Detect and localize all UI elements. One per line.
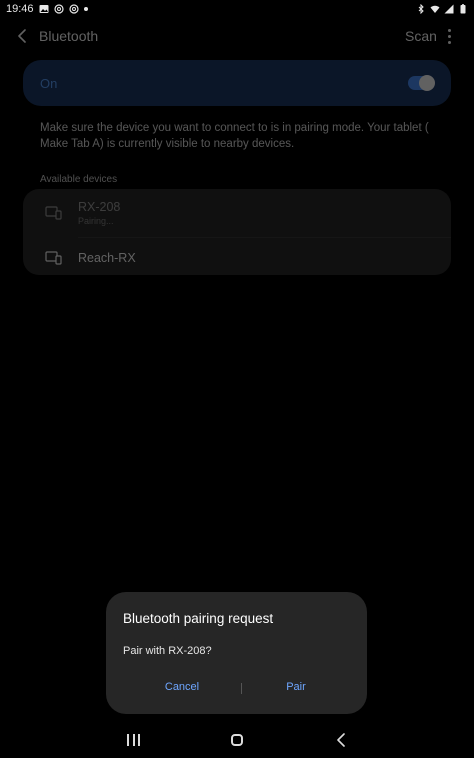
page-title: Bluetooth	[39, 28, 99, 44]
device-name: Reach-RX	[78, 251, 136, 265]
pair-button[interactable]: Pair	[220, 681, 372, 693]
scan-button[interactable]: Scan	[405, 28, 437, 44]
device-text: Reach-RX	[78, 251, 136, 265]
chevron-left-icon	[18, 29, 26, 43]
signal-icon	[444, 4, 454, 14]
more-options-icon[interactable]	[442, 26, 456, 46]
back-nav-icon[interactable]	[335, 733, 347, 747]
switch-knob	[419, 75, 435, 91]
wifi-icon	[430, 4, 440, 14]
device-text: RX-208 Pairing...	[78, 200, 120, 226]
dialog-buttons: Cancel Pair	[106, 678, 367, 700]
toggle-label: On	[40, 75, 58, 91]
status-left: 19:46	[6, 3, 88, 15]
dot-icon	[83, 7, 88, 11]
bluetooth-icon	[416, 4, 426, 14]
at-sign-icon	[68, 4, 79, 14]
battery-icon	[458, 4, 468, 14]
recent-apps-icon[interactable]	[127, 734, 140, 747]
visibility-info-text: Make sure the device you want to connect…	[40, 122, 429, 150]
device-name: RX-208	[78, 200, 121, 214]
status-time: 19:46	[6, 3, 34, 15]
image-icon	[39, 4, 49, 14]
bluetooth-toggle-card[interactable]: On	[23, 60, 451, 106]
home-icon[interactable]	[231, 734, 243, 746]
tablet-phone-icon	[45, 251, 63, 265]
dialog-message: Pair with RX-208?	[123, 645, 212, 657]
device-item-reach-rx[interactable]: Reach-RX	[23, 237, 451, 279]
available-devices-list: RX-208 Pairing... Reach-RX	[23, 189, 451, 275]
device-status: Pairing...	[78, 216, 114, 226]
pairing-request-dialog: Bluetooth pairing request Pair with RX-2…	[106, 592, 367, 714]
app-bar: Bluetooth Scan	[0, 18, 474, 54]
bluetooth-switch[interactable]	[408, 75, 435, 91]
status-right	[416, 4, 468, 14]
at-sign-icon	[53, 4, 64, 14]
tablet-phone-icon	[45, 206, 63, 220]
navigation-bar	[0, 728, 474, 758]
status-bar: 19:46	[0, 0, 474, 18]
device-item-rx-208[interactable]: RX-208 Pairing...	[23, 192, 451, 234]
dialog-title: Bluetooth pairing request	[123, 611, 274, 626]
back-button[interactable]	[12, 26, 32, 46]
available-devices-header: Available devices	[40, 174, 118, 185]
